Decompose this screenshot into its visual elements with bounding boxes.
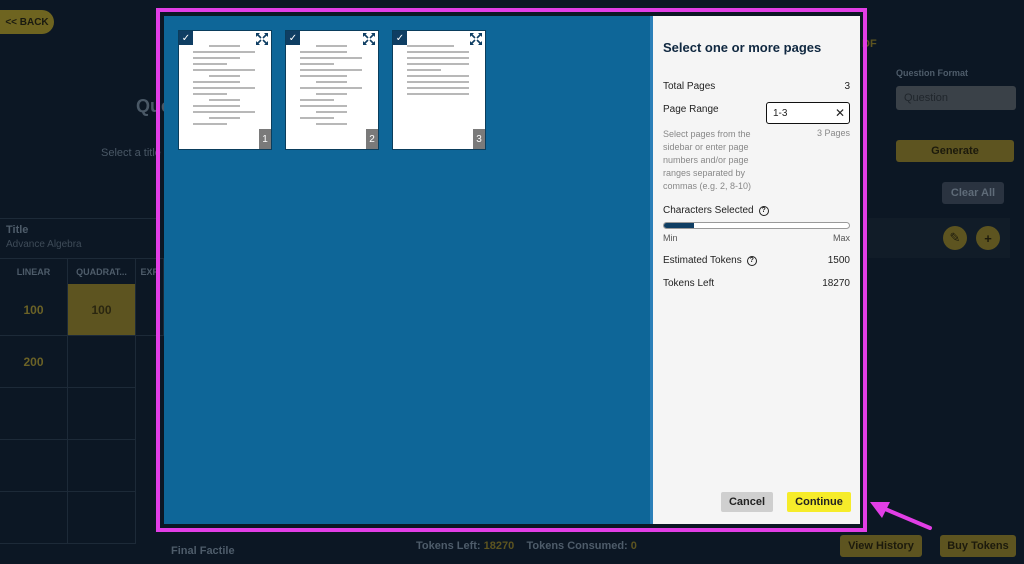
edit-icon[interactable]: ✎ [943,226,967,250]
page-thumbnail-3[interactable]: ✓ 3 [392,30,486,150]
page-number: 1 [259,129,271,149]
table-cell[interactable] [68,388,136,440]
table-cell[interactable]: 100 [0,284,68,336]
column-header-quadratic: QUADRAT... [68,258,136,284]
cancel-button[interactable]: Cancel [721,492,773,512]
tokens-left-label: Tokens Left [663,278,715,289]
table-cell[interactable]: 100 [68,284,136,336]
page-range-row: Page Range 1-3 ✕ [663,102,850,124]
tokens-left-value: 18270 [483,540,515,552]
info-icon[interactable]: ? [746,255,757,266]
clear-all-button[interactable]: Clear All [942,182,1004,204]
checkbox-icon[interactable]: ✓ [393,31,407,45]
page-select-modal: ✓ 1 ✓ 2 ✓ 3 Select one or more pages Tot… [164,16,860,524]
estimated-tokens-label: Estimated Tokens [663,255,742,266]
page-range-value: 1-3 [773,107,788,119]
characters-row: Characters Selected ? [663,205,850,216]
estimated-tokens-label-wrap: Estimated Tokens ? [663,255,757,266]
table-cell[interactable] [68,492,136,544]
modal-title: Select one or more pages [663,40,822,55]
page-preview [407,45,469,141]
tokens-consumed-value: 0 [630,540,637,552]
question-format-select[interactable]: Question [896,86,1016,110]
page-thumbnails: ✓ 1 ✓ 2 ✓ 3 [164,16,650,524]
table-cell[interactable] [0,440,68,492]
view-history-button[interactable]: View History [840,535,922,557]
page-subtitle: Select a title [101,147,161,159]
title-value: Advance Algebra [6,239,82,250]
clear-icon[interactable]: ✕ [835,106,845,120]
column-header-linear: LINEAR [0,258,68,284]
expand-icon[interactable] [362,32,376,46]
title-header: Title [6,224,29,236]
estimated-tokens-value: 1500 [827,255,850,266]
page-preview [193,45,255,141]
checkbox-icon[interactable]: ✓ [179,31,193,45]
expand-icon[interactable] [255,32,269,46]
continue-button[interactable]: Continue [787,492,851,512]
page-number: 2 [366,129,378,149]
tokens-left-label: Tokens Left: [416,540,481,552]
buy-tokens-button[interactable]: Buy Tokens [940,535,1016,557]
question-format-label: Question Format [896,68,969,78]
characters-progress-fill [664,223,694,228]
estimated-tokens-row: Estimated Tokens ? 1500 [663,255,850,266]
expand-icon[interactable] [469,32,483,46]
table-cell[interactable] [0,388,68,440]
add-icon[interactable]: + [976,226,1000,250]
page-range-hint-row: Select pages from the sidebar or enter p… [663,128,850,193]
table-cell[interactable]: 200 [0,336,68,388]
page-range-label: Page Range [663,104,719,115]
table-cell[interactable] [68,440,136,492]
generate-button[interactable]: Generate [896,140,1014,162]
total-pages-row: Total Pages 3 [663,81,850,92]
page-number: 3 [473,129,485,149]
table-cell[interactable] [0,492,68,544]
table-cell[interactable] [68,336,136,388]
pointer-arrow-icon [870,502,932,530]
total-pages-label: Total Pages [663,81,716,92]
info-icon[interactable]: ? [758,205,769,216]
tokens-consumed-label: Tokens Consumed: [526,540,628,552]
page-thumbnail-1[interactable]: ✓ 1 [178,30,272,150]
progress-range: Min Max [663,233,850,243]
total-pages-value: 3 [844,81,850,92]
page-selection-panel: Select one or more pages Total Pages 3 P… [650,16,860,524]
token-status: Tokens Left: 18270 Tokens Consumed: 0 [416,540,637,552]
page-preview [300,45,362,141]
page-range-input[interactable]: 1-3 ✕ [766,102,850,124]
page-range-hint: Select pages from the sidebar or enter p… [663,129,752,191]
tokens-left-row: Tokens Left 18270 [663,278,850,289]
min-label: Min [663,233,678,243]
tokens-left-value: 18270 [822,278,850,289]
max-label: Max [832,233,850,243]
checkbox-icon[interactable]: ✓ [286,31,300,45]
characters-label: Characters Selected [663,205,754,216]
page-thumbnail-2[interactable]: ✓ 2 [285,30,379,150]
back-button[interactable]: << BACK [0,10,54,34]
footer-label: Final Factile [171,545,235,557]
pages-count: 3 Pages [816,128,850,138]
characters-progress [663,222,850,229]
